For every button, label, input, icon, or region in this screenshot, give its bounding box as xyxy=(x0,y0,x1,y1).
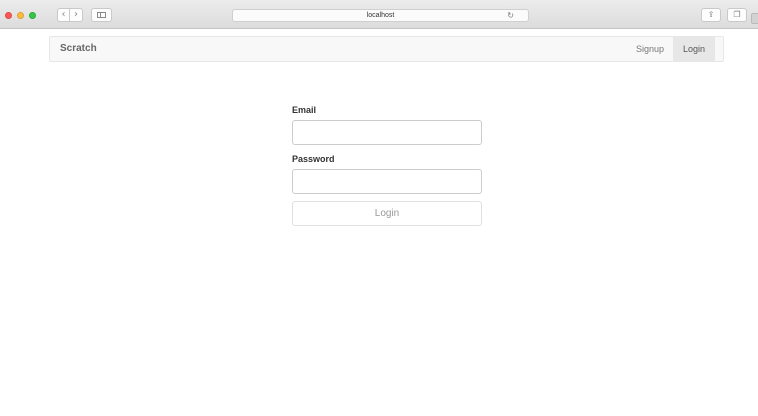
zoom-window-button[interactable] xyxy=(29,12,36,19)
chevron-left-icon: ‹ xyxy=(61,9,66,20)
share-icon: ⇪ xyxy=(707,10,715,19)
tabs-overview-button[interactable]: ❐ xyxy=(727,8,747,22)
chevron-right-icon: › xyxy=(74,9,78,20)
app-navbar: Scratch Signup Login xyxy=(49,36,724,62)
browser-toolbar: ‹ › localhost ↻ ⇪ ❐ xyxy=(0,0,758,29)
brand-link[interactable]: Scratch xyxy=(60,37,97,61)
sidebar-icon xyxy=(97,12,106,18)
password-label: Password xyxy=(292,154,335,164)
close-window-button[interactable] xyxy=(5,12,12,19)
toolbar-edge-stub xyxy=(751,13,758,24)
address-bar[interactable]: localhost ↻ xyxy=(232,9,529,22)
share-button[interactable]: ⇪ xyxy=(701,8,721,22)
tabs-icon: ❐ xyxy=(733,10,741,19)
forward-button[interactable]: › xyxy=(70,8,83,22)
nav-link-signup[interactable]: Signup xyxy=(628,37,672,61)
login-form: Email Password Login xyxy=(292,104,482,226)
minimize-window-button[interactable] xyxy=(17,12,24,19)
back-button[interactable]: ‹ xyxy=(57,8,70,22)
reload-icon[interactable]: ↻ xyxy=(507,10,514,21)
email-label: Email xyxy=(292,105,317,115)
nav-link-login[interactable]: Login xyxy=(673,37,715,61)
password-input[interactable] xyxy=(292,169,482,194)
sidebar-toggle-button[interactable] xyxy=(91,8,112,22)
login-button[interactable]: Login xyxy=(292,201,482,226)
address-text: localhost xyxy=(366,12,395,19)
email-input[interactable] xyxy=(292,120,482,145)
